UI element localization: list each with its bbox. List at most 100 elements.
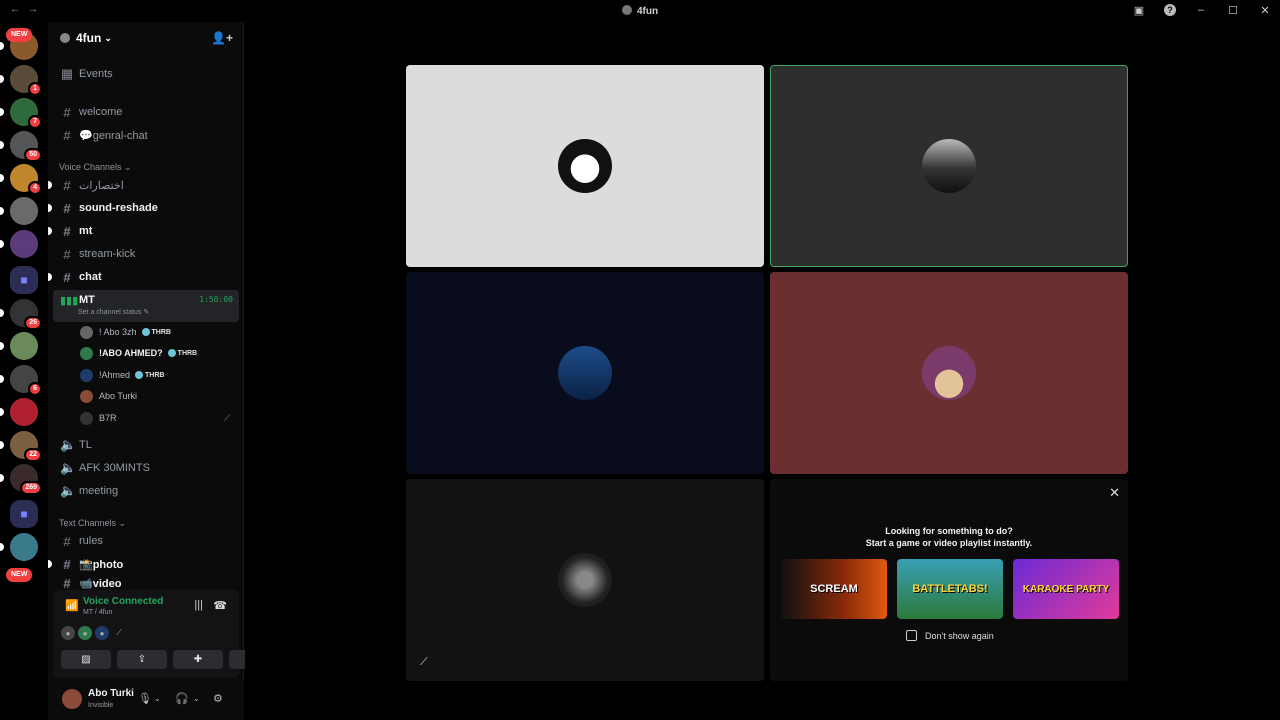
channel-label: meeting: [79, 485, 119, 497]
voice-connected-subtitle[interactable]: MT / 4fun: [83, 609, 112, 616]
participant-tile[interactable]: ⟋: [406, 479, 764, 681]
channel-item[interactable]: # stream-kick: [54, 244, 238, 264]
mic-options-chevron-icon[interactable]: ⌄: [154, 694, 161, 703]
server-3-icon[interactable]: 7: [0, 98, 42, 129]
server-name: 4fun: [76, 31, 102, 45]
server-header[interactable]: 4fun ⌄ 👤+: [48, 22, 243, 54]
disconnect-icon[interactable]: ☎: [213, 599, 227, 612]
checkbox[interactable]: [906, 630, 917, 641]
server-avatar: [10, 533, 38, 561]
avatar[interactable]: ●: [61, 626, 75, 640]
guild-tag: THRB: [141, 328, 171, 336]
server-2-icon[interactable]: 1: [0, 65, 42, 96]
voice-user[interactable]: Abo Turki: [80, 386, 230, 406]
mention-badge: 22: [24, 448, 42, 462]
tag-icon: [135, 371, 144, 379]
folder-1-icon[interactable]: ■: [10, 266, 38, 294]
server-9-icon[interactable]: [0, 332, 38, 360]
voice-user[interactable]: !ABO AHMED? THRB: [80, 343, 230, 363]
voice-connected-title: Voice Connected: [83, 596, 164, 607]
avatar[interactable]: ●: [78, 626, 92, 640]
maximize-button[interactable]: ☐: [1226, 3, 1240, 17]
mic-icon[interactable]: 🎙: [138, 692, 152, 705]
server-13-icon[interactable]: 269: [0, 464, 42, 495]
hash-icon: #: [63, 177, 71, 193]
screen-share-button[interactable]: ⇪: [117, 650, 167, 669]
channel-item[interactable]: # mt: [48, 221, 238, 241]
server-list: 1 7 50 4 ■ 26 6 22 269 ■ NEW NEW: [0, 22, 48, 720]
voice-user[interactable]: B7R ⟋: [80, 408, 230, 428]
server-5-icon[interactable]: 4: [0, 164, 42, 195]
user-name[interactable]: Abo Turki: [88, 688, 134, 699]
channel-item[interactable]: # chat: [48, 267, 238, 287]
participant-tile[interactable]: [406, 65, 764, 267]
participant-tile[interactable]: [770, 272, 1128, 474]
signal-icon[interactable]: 📶: [65, 599, 79, 612]
invite-people-icon[interactable]: 👤+: [211, 31, 233, 45]
active-voice-channel[interactable]: ▮▮▮ MT 1:50:00 Set a channel status ✎: [53, 290, 239, 322]
unread-indicator: [0, 108, 4, 116]
server-7-icon[interactable]: [0, 230, 38, 258]
help-icon[interactable]: ?: [1164, 4, 1176, 16]
activity-prompt: Looking for something to do? Start a gam…: [770, 525, 1128, 549]
channel-status-button[interactable]: Set a channel status ✎: [78, 308, 149, 316]
server-11-icon[interactable]: [0, 398, 38, 426]
channel-item[interactable]: # 📹video: [54, 577, 238, 589]
channel-item[interactable]: # sound-reshade: [48, 198, 238, 218]
headphones-icon[interactable]: 🎧: [175, 692, 189, 705]
activity-card-karaoke[interactable]: KARAOKE PARTY: [1013, 559, 1119, 619]
channel-welcome[interactable]: # welcome: [54, 102, 238, 122]
participant-avatar: [558, 346, 612, 400]
participant-tile[interactable]: [770, 65, 1128, 267]
voice-channel-item[interactable]: 🔈 meeting: [54, 481, 238, 501]
category-voice-channels[interactable]: Voice Channels ⌄: [59, 162, 132, 173]
avatar: [80, 346, 93, 360]
hash-icon: #: [63, 577, 71, 589]
unread-indicator: [0, 375, 4, 383]
server-8-icon[interactable]: 26: [0, 299, 42, 330]
voice-user[interactable]: !Ahmed THRB: [80, 365, 230, 385]
voice-user[interactable]: ! Abo 3zh THRB: [80, 322, 230, 342]
participant-tile[interactable]: [406, 272, 764, 474]
channel-label: 💬genral-chat: [79, 129, 148, 142]
server-14-icon[interactable]: [0, 533, 38, 561]
minimize-button[interactable]: –: [1194, 3, 1208, 17]
noise-suppression-icon[interactable]: |||: [194, 599, 203, 611]
participant-avatar: [922, 139, 976, 193]
category-text-channels[interactable]: Text Channels ⌄: [59, 518, 126, 529]
activity-prompt-line1: Looking for something to do?: [885, 526, 1013, 536]
activities-button[interactable]: ✚: [173, 650, 223, 669]
voice-channel-item[interactable]: 🔈 AFK 30MINTS: [54, 458, 238, 478]
server-10-icon[interactable]: 6: [0, 365, 42, 396]
voice-user-name: B7R: [99, 413, 117, 423]
voice-channel-item[interactable]: 🔈 TL: [54, 435, 238, 455]
unread-indicator: [0, 309, 4, 317]
camera-off-button[interactable]: ▨: [61, 650, 111, 669]
avatar[interactable]: [62, 689, 82, 709]
speaker-icon: 🔈: [60, 483, 77, 498]
channel-item[interactable]: # 📸photo: [48, 554, 238, 574]
avatar[interactable]: ●: [95, 626, 109, 640]
dont-show-again-label: Don't show again: [925, 630, 994, 641]
channel-item[interactable]: # rules: [54, 531, 238, 551]
server-6-icon[interactable]: [0, 197, 38, 225]
activity-card-battletabs[interactable]: BATTLETABS!: [897, 559, 1003, 619]
folder-2-icon[interactable]: ■: [10, 500, 38, 528]
server-avatar: [60, 33, 70, 43]
server-4-icon[interactable]: 50: [0, 131, 42, 162]
inbox-icon[interactable]: ▣: [1132, 3, 1146, 17]
channel-label: welcome: [79, 106, 123, 118]
events-item[interactable]: ▦ Events: [54, 64, 238, 84]
channel-item[interactable]: # اختصارات: [48, 175, 238, 195]
headphones-options-chevron-icon[interactable]: ⌄: [193, 694, 200, 703]
server-12-icon[interactable]: 22: [0, 431, 42, 462]
dont-show-again-checkbox[interactable]: Don't show again: [906, 630, 994, 641]
voice-avatars: ● ● ● ⟋: [61, 626, 126, 640]
hash-icon: #: [63, 269, 71, 285]
unread-indicator: [0, 42, 4, 50]
close-window-button[interactable]: ✕: [1258, 3, 1272, 17]
channel-general-chat[interactable]: # 💬genral-chat: [54, 125, 238, 145]
close-icon[interactable]: ✕: [1109, 485, 1120, 501]
activity-card-scream[interactable]: SCREAM: [781, 559, 887, 619]
gear-icon[interactable]: ⚙: [213, 692, 223, 705]
